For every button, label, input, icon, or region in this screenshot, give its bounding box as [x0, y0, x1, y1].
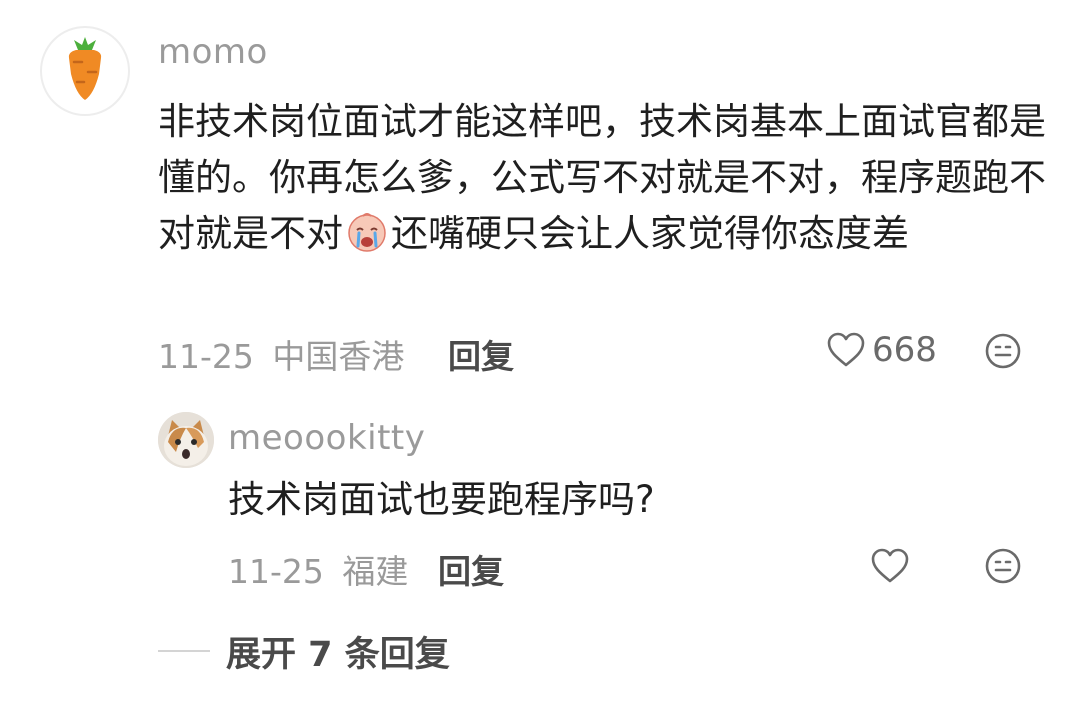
reply-emoji-reaction-button[interactable]	[984, 547, 1022, 589]
smiley-icon	[985, 548, 1021, 584]
avatar[interactable]	[40, 26, 130, 116]
like-button[interactable]: 668	[826, 330, 937, 370]
expand-replies-button[interactable]: 展开 7 条回复	[226, 626, 450, 677]
carrot-icon	[68, 37, 102, 100]
emoji-reaction-button[interactable]	[984, 332, 1022, 374]
comment-text-part2: 还嘴硬只会让人家觉得你态度差	[391, 212, 909, 255]
smiley-icon	[985, 333, 1021, 369]
reply-username[interactable]: meoookitty	[228, 418, 425, 458]
reply-location: 福建	[342, 552, 409, 591]
reply-avatar[interactable]	[158, 412, 214, 468]
heart-icon	[871, 548, 909, 583]
reply-meta: 11-25 福建	[228, 545, 408, 593]
reply-date: 11-25	[228, 552, 324, 591]
comment-username[interactable]: momo	[158, 32, 268, 72]
reply-text: 技术岗面试也要跑程序吗?	[228, 478, 655, 521]
comment-text: 非技术岗位面试才能这样吧，技术岗基本上面试官都是懂的。你再怎么爹，公式写不对就是…	[158, 94, 1048, 262]
reply-reply-button[interactable]: 回复	[438, 545, 504, 593]
like-count: 668	[872, 330, 937, 370]
expand-divider	[158, 650, 210, 652]
comment-location: 中国香港	[272, 337, 405, 376]
heart-icon	[827, 332, 865, 367]
reply-button[interactable]: 回复	[448, 330, 514, 378]
cat-avatar	[158, 412, 214, 468]
comment-meta: 11-25 中国香港	[158, 330, 404, 378]
reply-like-button[interactable]	[870, 547, 910, 585]
crying-face-emoji	[348, 213, 386, 252]
comment-date: 11-25	[158, 337, 254, 376]
